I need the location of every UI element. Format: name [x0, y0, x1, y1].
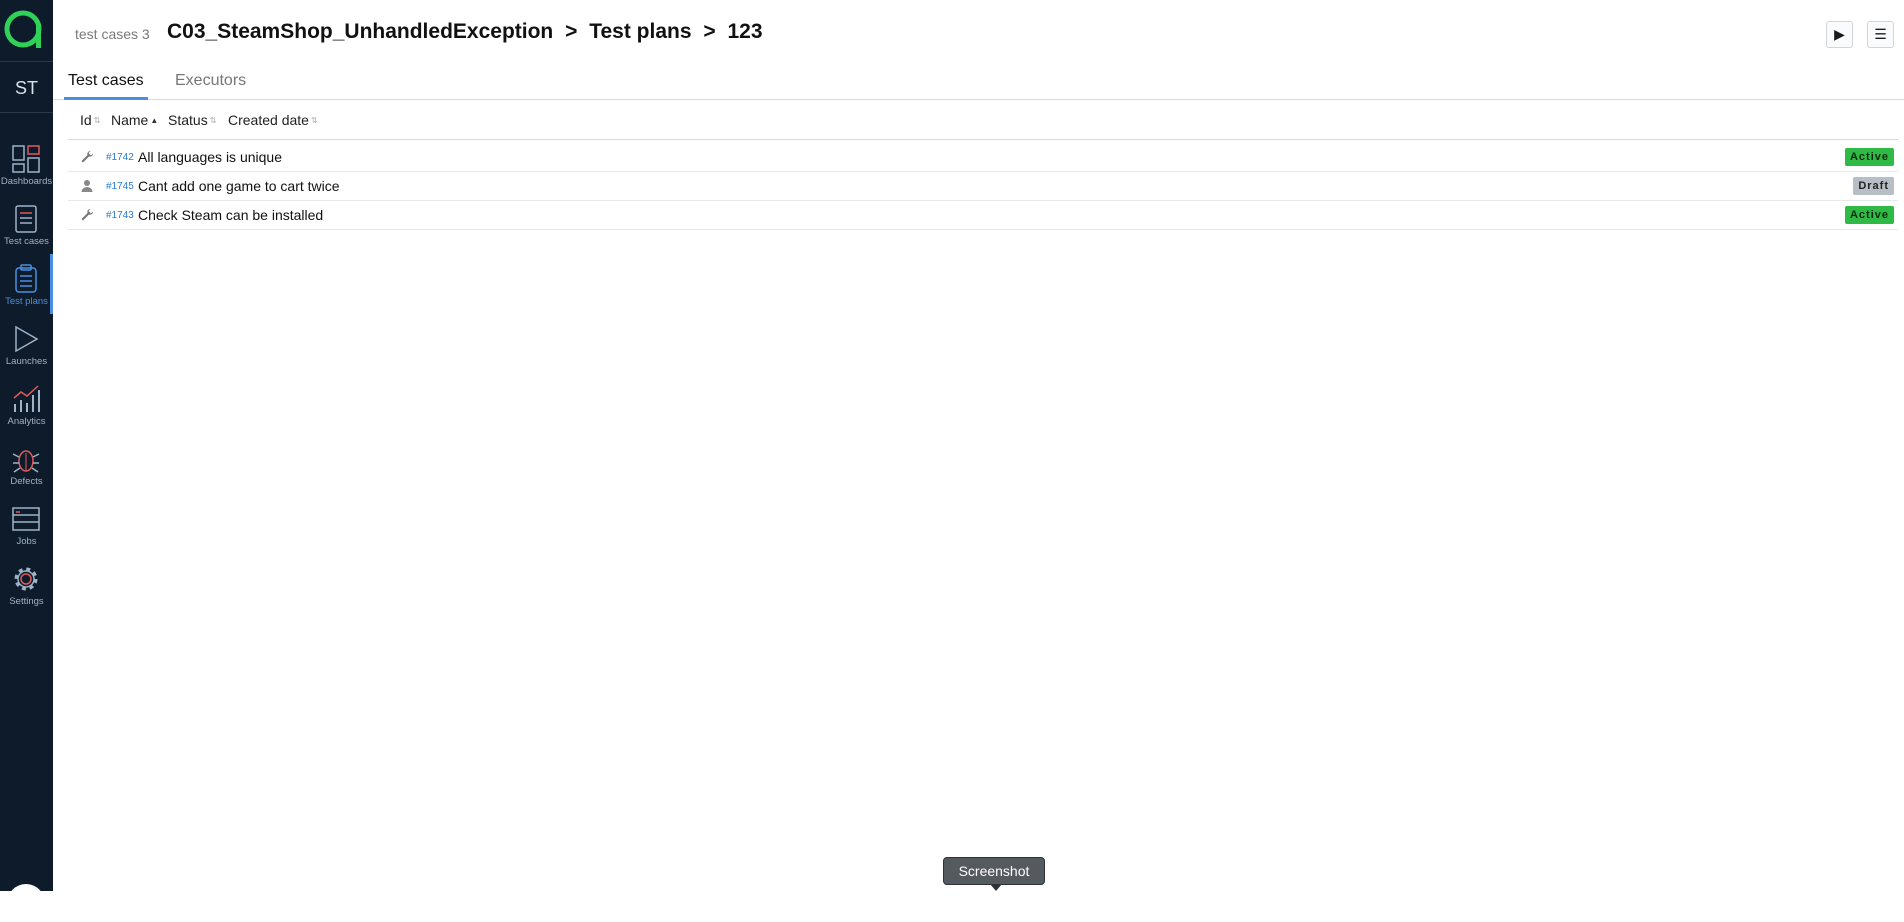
column-header-id[interactable]: Id ⇅: [80, 112, 100, 128]
bug-icon: [12, 450, 40, 473]
test-case-id[interactable]: #1742: [106, 152, 134, 163]
breadcrumb-separator: >: [703, 20, 716, 43]
user-avatar[interactable]: [7, 884, 45, 922]
breadcrumb-project[interactable]: C03_SteamShop_UnhandledException: [167, 20, 553, 43]
table-row[interactable]: #1743 Check Steam can be installed Activ…: [68, 201, 1898, 230]
sidebar-item-label: Jobs: [16, 536, 37, 547]
tab-executors[interactable]: Executors: [171, 72, 250, 100]
sidebar-item-settings[interactable]: Settings: [0, 554, 53, 614]
sort-icon: ⇅: [310, 116, 318, 125]
column-header-created-date[interactable]: Created date ⇅: [228, 112, 318, 128]
gear-icon: [14, 567, 38, 591]
sidebar-item-analytics[interactable]: Analytics: [0, 374, 53, 434]
sidebar-item-label: Launches: [5, 356, 48, 367]
run-button[interactable]: ▶: [1826, 21, 1853, 48]
test-case-name: Cant add one game to cart twice: [138, 178, 340, 194]
wrench-icon: [81, 150, 94, 163]
column-header-name[interactable]: Name ▲: [111, 112, 158, 128]
breadcrumb-current: 123: [727, 20, 763, 43]
sidebar-item-label: Settings: [9, 596, 44, 607]
sidebar-item-label: Test cases: [4, 236, 49, 247]
test-cases-icon: [15, 205, 37, 233]
menu-button[interactable]: ☰: [1867, 21, 1894, 48]
table-header: Id ⇅ Name ▲ Status ⇅ Created date ⇅: [68, 100, 1898, 140]
sidebar-item-label: Dashboards: [0, 176, 53, 187]
sidebar-item-label: Defects: [10, 476, 43, 487]
tab-bar: Test cases Executors: [53, 70, 1904, 100]
test-plans-icon: [15, 264, 37, 293]
sort-icon: ⇅: [209, 116, 217, 125]
jobs-icon: [12, 507, 40, 531]
screenshot-tooltip: Screenshot: [943, 857, 1045, 891]
menu-icon: ☰: [1874, 26, 1887, 42]
status-badge: Draft: [1853, 177, 1894, 195]
sidebar-item-label: Analytics: [7, 416, 46, 427]
workspace-avatar[interactable]: ST: [0, 63, 53, 113]
sidebar-item-jobs[interactable]: Jobs: [0, 494, 53, 554]
sidebar-item-label: Test plans: [5, 296, 48, 307]
sort-icon: ⇅: [93, 116, 101, 125]
sidebar-item-dashboards[interactable]: Dashboards: [0, 134, 53, 194]
tab-test-cases[interactable]: Test cases: [64, 72, 148, 100]
wrench-icon: [81, 208, 94, 221]
sidebar-item-test-plans[interactable]: Test plans: [0, 254, 53, 314]
sidebar: ST Dashboards Test cases Test plans Laun…: [0, 0, 53, 922]
app-logo[interactable]: [0, 0, 53, 62]
page-header: test cases 3 C03_SteamShop_UnhandledExce…: [53, 0, 1904, 70]
logo-icon: [4, 10, 42, 48]
breadcrumb-test-plans[interactable]: Test plans: [589, 20, 691, 43]
launch-icon: [15, 325, 39, 353]
test-case-id[interactable]: #1745: [106, 181, 134, 192]
analytics-icon: [13, 385, 40, 412]
table-row[interactable]: #1742 All languages is unique Active: [68, 143, 1898, 172]
sidebar-item-defects[interactable]: Defects: [0, 434, 53, 494]
table-row[interactable]: #1745 Cant add one game to cart twice Dr…: [68, 172, 1898, 201]
status-badge: Active: [1844, 148, 1894, 166]
person-icon: [81, 180, 93, 192]
sort-asc-icon: ▲: [150, 116, 159, 125]
sidebar-item-test-cases[interactable]: Test cases: [0, 194, 53, 254]
column-header-status[interactable]: Status ⇅: [168, 112, 216, 128]
breadcrumb: C03_SteamShop_UnhandledException > Test …: [167, 20, 763, 44]
test-case-id[interactable]: #1743: [106, 210, 134, 221]
breadcrumb-separator: >: [565, 20, 578, 43]
status-badge: Active: [1844, 206, 1894, 224]
test-case-name: All languages is unique: [138, 149, 282, 165]
page-subtitle: test cases 3: [75, 26, 150, 42]
sidebar-item-launches[interactable]: Launches: [0, 314, 53, 374]
play-icon: ▶: [1834, 26, 1845, 42]
test-case-name: Check Steam can be installed: [138, 207, 324, 223]
dashboard-icon: [12, 145, 40, 173]
